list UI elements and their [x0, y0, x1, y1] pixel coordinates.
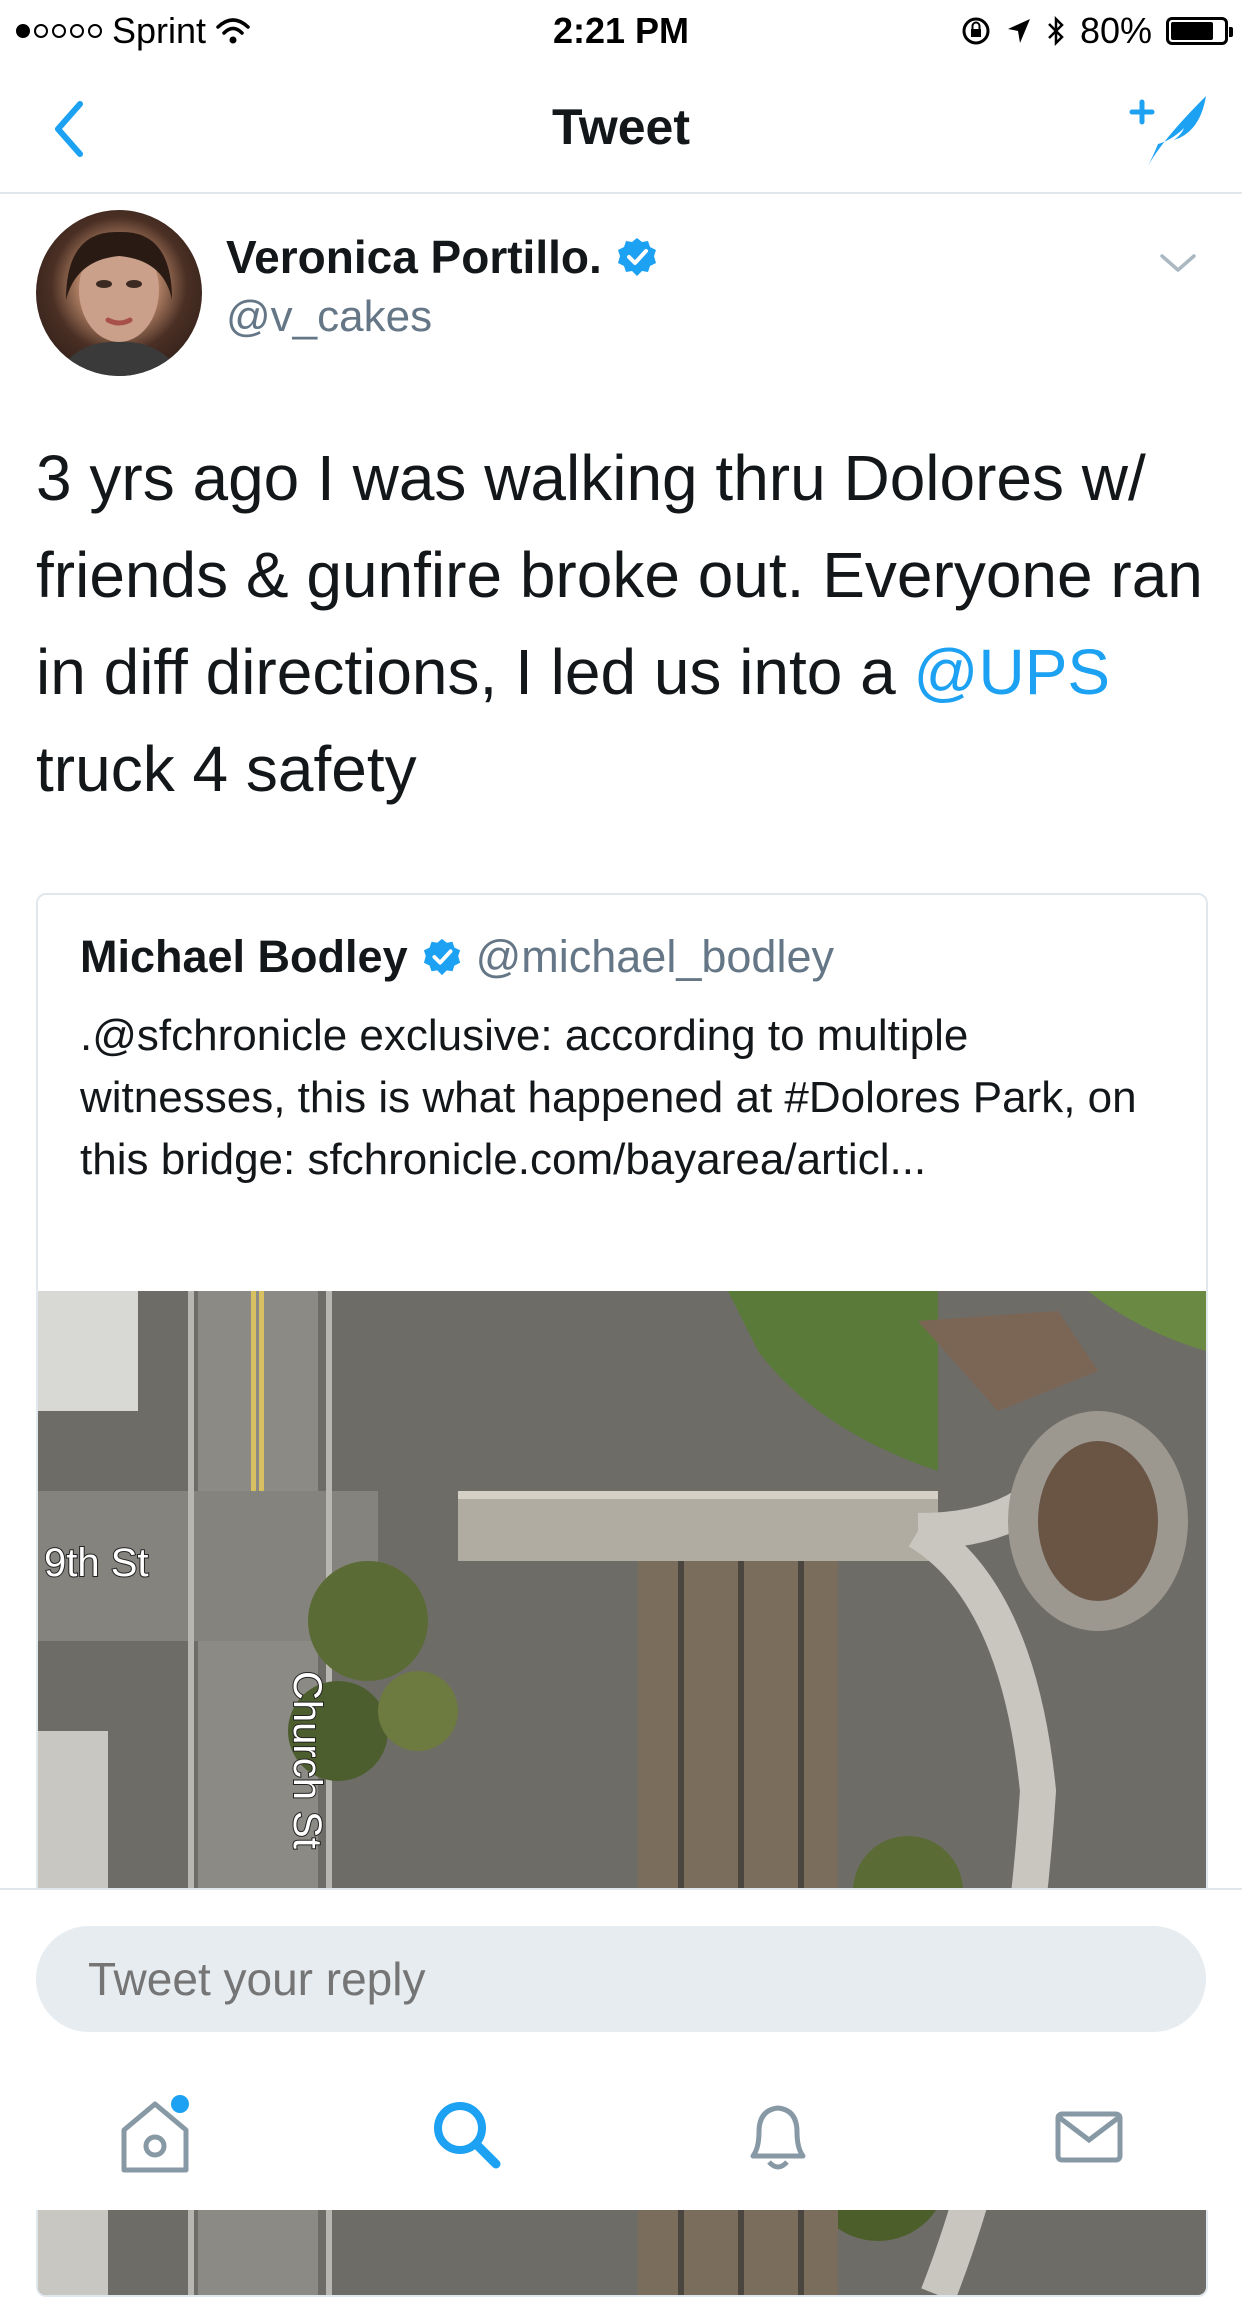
author-name-label: Veronica Portillo. [226, 231, 602, 283]
battery-percent: 80% [1079, 10, 1152, 51]
reply-area [0, 1888, 1242, 2210]
tweet-text: 3 yrs ago I was walking thru Dolores w/ … [36, 430, 1216, 818]
tweet-text-end: truck 4 safety [36, 733, 417, 805]
bluetooth-icon [1048, 15, 1064, 47]
location-arrow-icon [1007, 19, 1030, 43]
page-title: Tweet [552, 99, 690, 155]
envelope-icon[interactable] [1044, 2090, 1134, 2180]
bell-icon[interactable] [733, 2090, 823, 2180]
notification-dot [171, 2095, 189, 2113]
search-icon[interactable] [422, 2090, 512, 2180]
quoted-author-handle: @michael_bodley [475, 931, 834, 982]
street-label-church: Church St [285, 1671, 329, 1849]
status-bar: Sprint 2:21 PM 80% [0, 0, 1242, 62]
rotation-lock-icon [962, 17, 990, 45]
quoted-author-name: Michael Bodley [80, 931, 408, 982]
author-handle[interactable]: @v_cakes [226, 292, 432, 342]
reply-input[interactable] [36, 1926, 1206, 2032]
home-icon[interactable] [110, 2090, 200, 2180]
street-label-9th: 9th St [44, 1541, 149, 1585]
status-icons: 80% [960, 10, 1233, 52]
author-name[interactable]: Veronica Portillo. [226, 230, 658, 284]
chevron-down-icon[interactable] [1158, 248, 1198, 278]
quoted-tweet-text: .@sfchronicle exclusive: according to mu… [80, 1011, 1137, 1184]
nav-bar: Tweet [0, 62, 1242, 194]
mention-link[interactable]: @UPS [914, 636, 1111, 708]
battery-icon [1166, 17, 1233, 45]
compose-tweet-icon[interactable] [1128, 88, 1212, 172]
tab-bar [0, 2090, 1242, 2200]
avatar-photo [56, 231, 182, 376]
verified-badge-icon [423, 938, 460, 976]
quoted-tweet-header: Michael Bodley @michael_bodley [80, 931, 834, 983]
avatar[interactable] [36, 210, 202, 376]
verified-badge-icon [617, 238, 656, 276]
